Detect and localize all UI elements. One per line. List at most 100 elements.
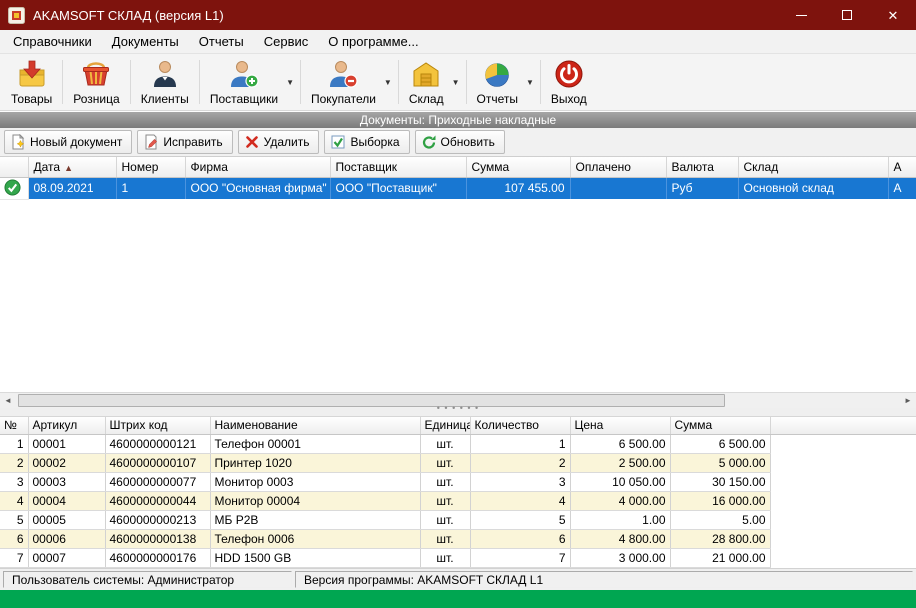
suppliers-dropdown-arrow-icon[interactable]: ▼	[286, 78, 298, 87]
item-cell-article: 00006	[28, 530, 105, 549]
toolbar-group-retail: Розница	[65, 56, 127, 108]
clients-button[interactable]: Клиенты	[133, 56, 197, 109]
retail-button[interactable]: Розница	[65, 56, 127, 109]
warehouse-button-label: Склад	[409, 92, 444, 106]
item-cell-sum: 16 000.00	[670, 492, 770, 511]
menu-otchety[interactable]: Отчеты	[189, 31, 254, 52]
new-document-button[interactable]: Новый документ	[4, 130, 132, 154]
minimize-button[interactable]	[778, 0, 824, 30]
item-row[interactable]: 2 00002 4600000000107 Принтер 1020 шт. 2…	[0, 454, 916, 473]
item-row[interactable]: 5 00005 4600000000213 МБ Р2В шт. 5 1.00 …	[0, 511, 916, 530]
documents-table: Дата▲ Номер Фирма Поставщик Сумма Оплаче…	[0, 157, 916, 200]
item-column-price[interactable]: Цена	[570, 417, 670, 435]
splitter-dots-icon	[437, 411, 479, 412]
toolbar-group-goods: Товары	[3, 56, 60, 108]
item-cell-filler	[770, 549, 916, 568]
menu-servis[interactable]: Сервис	[254, 31, 319, 52]
delete-label: Удалить	[264, 135, 310, 149]
maximize-button[interactable]	[824, 0, 870, 30]
refresh-button[interactable]: Обновить	[415, 130, 505, 154]
edit-button[interactable]: Исправить	[137, 130, 232, 154]
item-cell-qty: 2	[470, 454, 570, 473]
item-cell-barcode: 4600000000213	[105, 511, 210, 530]
delete-icon	[244, 134, 260, 150]
refresh-icon	[421, 134, 437, 150]
column-header-firm[interactable]: Фирма	[185, 157, 330, 177]
column-header-sum[interactable]: Сумма	[466, 157, 570, 177]
menu-o-programme[interactable]: О программе...	[318, 31, 428, 52]
items-table-body: 1 00001 4600000000121 Телефон 00001 шт. …	[0, 435, 916, 568]
item-cell-filler	[770, 435, 916, 454]
item-cell-article: 00004	[28, 492, 105, 511]
warehouse-dropdown-arrow-icon[interactable]: ▼	[452, 78, 464, 87]
item-cell-barcode: 4600000000176	[105, 549, 210, 568]
item-column-number[interactable]: №	[0, 417, 28, 435]
document-cell-extra: А	[888, 177, 916, 199]
item-cell-filler	[770, 454, 916, 473]
item-row[interactable]: 4 00004 4600000000044 Монитор 00004 шт. …	[0, 492, 916, 511]
warehouse-icon	[411, 59, 441, 89]
item-cell-sum: 21 000.00	[670, 549, 770, 568]
suppliers-button[interactable]: Поставщики	[202, 56, 286, 109]
filter-button[interactable]: Выборка	[324, 130, 409, 154]
scroll-right-button[interactable]: ►	[900, 393, 916, 408]
close-button[interactable]: ✕	[870, 0, 916, 30]
toolbar-separator	[466, 60, 467, 104]
column-header-warehouse[interactable]: Склад	[738, 157, 888, 177]
item-cell-price: 6 500.00	[570, 435, 670, 454]
item-cell-price: 2 500.00	[570, 454, 670, 473]
item-column-article[interactable]: Артикул	[28, 417, 105, 435]
item-row[interactable]: 1 00001 4600000000121 Телефон 00001 шт. …	[0, 435, 916, 454]
item-cell-qty: 4	[470, 492, 570, 511]
column-header-supplier[interactable]: Поставщик	[330, 157, 466, 177]
column-header-currency[interactable]: Валюта	[666, 157, 738, 177]
reports-dropdown-arrow-icon[interactable]: ▼	[526, 78, 538, 87]
reports-button[interactable]: Отчеты	[469, 56, 526, 109]
item-cell-article: 00001	[28, 435, 105, 454]
item-row[interactable]: 3 00003 4600000000077 Монитор 0003 шт. 3…	[0, 473, 916, 492]
scroll-left-button[interactable]: ◄	[0, 393, 16, 408]
item-cell-barcode: 4600000000121	[105, 435, 210, 454]
column-header-icon[interactable]	[0, 157, 28, 177]
item-cell-price: 4 000.00	[570, 492, 670, 511]
menu-spravochniki[interactable]: Справочники	[3, 31, 102, 52]
goods-button[interactable]: Товары	[3, 56, 60, 109]
item-cell-article: 00002	[28, 454, 105, 473]
item-column-barcode[interactable]: Штрих код	[105, 417, 210, 435]
item-cell-number: 7	[0, 549, 28, 568]
buyers-dropdown-arrow-icon[interactable]: ▼	[384, 78, 396, 87]
menu-dokumenty[interactable]: Документы	[102, 31, 189, 52]
item-cell-sum: 30 150.00	[670, 473, 770, 492]
item-cell-unit: шт.	[420, 549, 470, 568]
item-row[interactable]: 6 00006 4600000000138 Телефон 0006 шт. 6…	[0, 530, 916, 549]
buyers-button[interactable]: Покупатели	[303, 56, 384, 109]
item-cell-name: Монитор 0003	[210, 473, 420, 492]
item-column-name[interactable]: Наименование	[210, 417, 420, 435]
goods-box-icon	[17, 59, 47, 89]
delete-button[interactable]: Удалить	[238, 130, 320, 154]
splitter-handle[interactable]	[0, 408, 916, 417]
item-cell-qty: 6	[470, 530, 570, 549]
column-header-paid[interactable]: Оплачено	[570, 157, 666, 177]
item-column-sum[interactable]: Сумма	[670, 417, 770, 435]
documents-table-area: Дата▲ Номер Фирма Поставщик Сумма Оплаче…	[0, 157, 916, 392]
column-header-number[interactable]: Номер	[116, 157, 185, 177]
status-version: Версия программы: AKAMSOFT СКЛАД L1	[295, 571, 913, 588]
item-cell-sum: 5.00	[670, 511, 770, 530]
item-column-unit[interactable]: Единица	[420, 417, 470, 435]
document-cell-number: 1	[116, 177, 185, 199]
suppliers-button-label: Поставщики	[210, 92, 278, 106]
app-icon	[8, 7, 25, 24]
item-column-qty[interactable]: Количество	[470, 417, 570, 435]
scrollbar-thumb[interactable]	[18, 394, 725, 407]
edit-label: Исправить	[163, 135, 222, 149]
toolbar-separator	[130, 60, 131, 104]
column-header-date[interactable]: Дата▲	[28, 157, 116, 177]
exit-button[interactable]: Выход	[543, 56, 595, 109]
document-row-selected[interactable]: 08.09.2021 1 ООО "Основная фирма" ООО "П…	[0, 177, 916, 199]
item-row[interactable]: 7 00007 4600000000176 HDD 1500 GB шт. 7 …	[0, 549, 916, 568]
warehouse-button[interactable]: Склад	[401, 56, 452, 109]
toolbar-group-buyers: Покупатели ▼	[303, 56, 396, 108]
column-header-extra[interactable]: А	[888, 157, 916, 177]
column-header-date-label: Дата	[34, 160, 61, 174]
